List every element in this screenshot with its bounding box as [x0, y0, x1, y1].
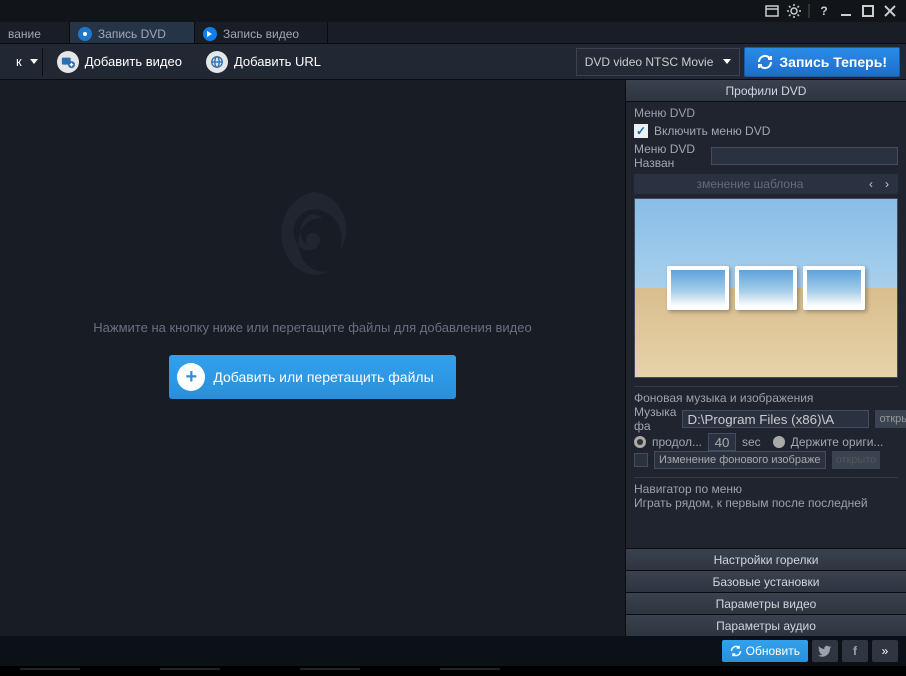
preview-thumb	[803, 266, 865, 310]
window-menu-icon[interactable]	[764, 3, 780, 19]
change-bg-checkbox[interactable]	[634, 453, 648, 467]
prev-template-button[interactable]: ‹	[864, 175, 878, 193]
label: Добавить видео	[85, 54, 182, 69]
truncated-dropdown[interactable]: к	[6, 48, 43, 76]
duration-label: продол...	[652, 435, 702, 449]
settings-icon[interactable]	[786, 3, 802, 19]
disc-icon	[78, 27, 92, 41]
tab-label: вание	[8, 27, 41, 41]
open-music-button[interactable]: открыто	[875, 410, 906, 428]
bottom-strip	[0, 666, 906, 676]
titlebar: ?	[0, 0, 906, 22]
nav-group-label: Навигатор по меню	[634, 482, 898, 496]
add-files-button[interactable]: + Добавить или перетащить файлы	[169, 355, 455, 399]
basic-settings-section[interactable]: Базовые установки	[626, 570, 906, 592]
menu-name-input[interactable]	[711, 147, 898, 165]
add-url-button[interactable]: Добавить URL	[196, 48, 331, 76]
minimize-icon[interactable]	[838, 3, 854, 19]
maximize-icon[interactable]	[860, 3, 876, 19]
label: Добавить URL	[234, 54, 321, 69]
tab-dvd-burn[interactable]: Запись DVD	[70, 22, 195, 43]
next-template-button[interactable]: ›	[880, 175, 894, 193]
side-panel: Профили DVD Меню DVD ✓ Включить меню DVD…	[626, 80, 906, 636]
burner-settings-section[interactable]: Настройки горелки	[626, 548, 906, 570]
facebook-icon[interactable]: f	[842, 640, 868, 662]
audio-params-section[interactable]: Параметры аудио	[626, 614, 906, 636]
enable-menu-checkbox[interactable]: ✓	[634, 124, 648, 138]
music-path-input[interactable]	[682, 410, 869, 428]
duration-radio[interactable]	[634, 436, 646, 448]
open-bg-button: открыто	[832, 451, 881, 469]
drop-zone[interactable]: Нажмите на кнопку ниже или перетащите фа…	[0, 80, 626, 636]
label: Обновить	[746, 644, 800, 658]
template-label: зменение шаблона	[638, 177, 862, 191]
refresh-icon	[757, 54, 773, 70]
drop-hint: Нажмите на кнопку ниже или перетащите фа…	[93, 320, 531, 335]
more-button[interactable]: »	[872, 640, 898, 662]
menu-group-label: Меню DVD	[634, 106, 898, 120]
label: Добавить или перетащить файлы	[213, 369, 433, 385]
video-params-section[interactable]: Параметры видео	[626, 592, 906, 614]
profiles-header[interactable]: Профили DVD	[626, 80, 906, 102]
globe-icon	[206, 51, 228, 73]
duration-input[interactable]	[708, 433, 736, 451]
label: к	[16, 54, 22, 69]
tab-label: Запись DVD	[98, 27, 166, 41]
divider	[808, 4, 810, 18]
music-label: Музыка фа	[634, 405, 676, 433]
toolbar: к Добавить видео Добавить URL DVD video …	[0, 44, 906, 80]
change-bg-button[interactable]: Изменение фонового изображе	[654, 451, 826, 469]
preview-thumb	[667, 266, 729, 310]
help-icon[interactable]: ?	[816, 3, 832, 19]
template-switcher: зменение шаблона ‹ ›	[634, 174, 898, 194]
tab-video-record[interactable]: Запись видео	[195, 22, 328, 43]
footer: Обновить f »	[0, 636, 906, 666]
mode-tabs: вание Запись DVD Запись видео	[0, 22, 906, 44]
tab-truncated[interactable]: вание	[0, 22, 70, 43]
burn-now-button[interactable]: Запись Теперь!	[744, 47, 900, 77]
refresh-button[interactable]: Обновить	[722, 640, 808, 662]
enable-menu-label: Включить меню DVD	[654, 124, 770, 138]
play-icon	[203, 27, 217, 41]
preview-thumb	[735, 266, 797, 310]
selected-value: DVD video NTSC Movie	[585, 55, 714, 69]
menu-name-label: Меню DVD Назван	[634, 142, 705, 170]
twitter-icon[interactable]	[812, 640, 838, 662]
refresh-icon	[730, 645, 742, 657]
label: Запись Теперь!	[779, 54, 887, 70]
menu-preview[interactable]	[634, 198, 898, 378]
app-logo-icon	[253, 180, 373, 300]
chevron-down-icon	[723, 59, 731, 64]
plus-icon: +	[177, 363, 205, 391]
nav-text: Играть рядом, к первым после последней	[634, 496, 898, 510]
output-format-select[interactable]: DVD video NTSC Movie	[576, 48, 741, 76]
keep-orig-label: Держите ориги...	[791, 435, 884, 449]
close-icon[interactable]	[882, 3, 898, 19]
chevron-down-icon	[30, 59, 38, 64]
bg-group-label: Фоновая музыка и изображения	[634, 391, 898, 405]
keep-orig-radio[interactable]	[773, 436, 785, 448]
sec-label: sec	[742, 435, 761, 449]
add-video-button[interactable]: Добавить видео	[47, 48, 192, 76]
tab-label: Запись видео	[223, 27, 299, 41]
film-plus-icon	[57, 51, 79, 73]
